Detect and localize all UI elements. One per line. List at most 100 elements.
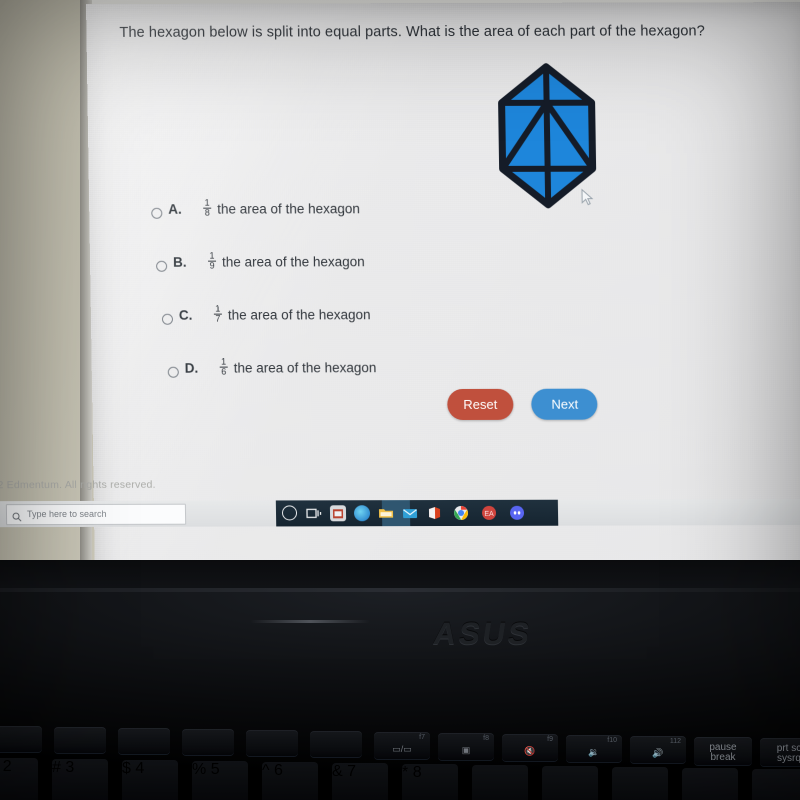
key-shift-symbol-3: # <box>52 759 61 776</box>
key-pause-break[interactable]: pause break <box>694 737 752 765</box>
answer-choice-list: A. 1 8 the area of the hexagon B. 1 9 th… <box>151 198 614 414</box>
key-digit-4: 4 <box>135 760 145 777</box>
choice-text-b: the area of the hexagon <box>221 254 365 270</box>
answer-choice-b[interactable]: B. 1 9 the area of the hexagon <box>156 250 613 308</box>
fraction-numerator: 1 <box>215 303 221 314</box>
volume-down-icon: 🔉 <box>588 747 600 757</box>
hexagon-vertical-midline <box>543 66 552 205</box>
volume-mute-icon: 🔇 <box>524 746 536 756</box>
discord-icon[interactable] <box>509 505 525 521</box>
microsoft-store-icon[interactable] <box>329 505 347 522</box>
laptop-keyboard: f7 ▭/▭ f8 ▣ f9 🔇 f10 🔉 112 🔊 pause break… <box>0 726 800 800</box>
key-backspace[interactable] <box>752 769 800 800</box>
fraction-denominator: 6 <box>221 367 227 378</box>
key-f9-mute[interactable]: f9 🔇 <box>502 734 558 761</box>
key-shift-symbol-4: $ <box>122 760 131 777</box>
key-digit-6: 6 <box>273 762 283 779</box>
key-function-e[interactable] <box>246 730 298 756</box>
taskbar-search-placeholder: Type here to search <box>26 508 107 520</box>
key-shift-symbol-8: * <box>402 764 409 781</box>
fraction-b: 1 9 <box>208 250 217 272</box>
choice-text-d: the area of the hexagon <box>233 360 377 376</box>
office-icon[interactable] <box>426 505 442 521</box>
key-number-8[interactable]: * 8 <box>402 764 458 800</box>
key-f11-volume-up[interactable]: 112 🔊 <box>630 736 686 763</box>
key-number-2[interactable]: @ 2 <box>0 758 38 800</box>
windows-taskbar: Type here to search EA <box>0 499 800 528</box>
key-function-a[interactable] <box>0 726 42 752</box>
ea-app-icon[interactable]: EA <box>481 505 497 521</box>
key-function-f[interactable] <box>310 731 362 757</box>
radio-button-d[interactable] <box>167 366 179 378</box>
key-number-5[interactable]: % 5 <box>192 761 248 800</box>
key-shift-symbol-6: ^ <box>262 762 270 779</box>
svg-text:EA: EA <box>484 511 494 518</box>
fraction-numerator: 1 <box>209 250 215 261</box>
taskbar-pinned-area: EA <box>275 499 559 527</box>
radio-button-c[interactable] <box>161 313 174 325</box>
search-icon <box>12 509 22 522</box>
answer-choice-c[interactable]: C. 1 7 the area of the hexagon <box>161 303 614 361</box>
choice-text-c: the area of the hexagon <box>227 307 371 323</box>
fraction-numerator: 1 <box>221 356 227 367</box>
key-number-9[interactable] <box>472 765 528 800</box>
answer-choice-a[interactable]: A. 1 8 the area of the hexagon <box>151 198 612 255</box>
choice-letter-b: B. <box>172 254 187 270</box>
radio-button-b[interactable] <box>156 260 168 272</box>
fraction-denominator: 9 <box>209 261 215 272</box>
key-digit-3: 3 <box>65 759 75 776</box>
key-digit-7: 7 <box>347 763 357 780</box>
key-number-6[interactable]: ^ 6 <box>262 762 318 800</box>
copyright-text: 2 Edmentum. All rights reserved. <box>0 478 156 492</box>
asus-brand-logo: ASUS <box>431 616 535 651</box>
key-number-4[interactable]: $ 4 <box>122 760 178 800</box>
key-fn-label-f7: f7 <box>419 734 425 741</box>
microsoft-edge-icon[interactable] <box>353 505 371 522</box>
key-break-label: break <box>710 752 736 763</box>
mail-icon[interactable] <box>402 505 418 521</box>
laptop-hinge <box>250 620 370 623</box>
edmentum-quiz-page: The hexagon below is split into equal pa… <box>0 2 800 588</box>
taskbar-search-input[interactable]: Type here to search <box>5 503 187 526</box>
choice-letter-c: C. <box>178 307 193 323</box>
reset-button[interactable]: Reset <box>447 388 514 421</box>
key-number-7[interactable]: & 7 <box>332 763 388 800</box>
key-function-c[interactable] <box>118 728 170 754</box>
photo-of-laptop-screen: The hexagon below is split into equal pa… <box>0 0 800 800</box>
volume-up-icon: 🔊 <box>652 748 664 758</box>
key-f7-display-switch[interactable]: f7 ▭/▭ <box>374 732 430 759</box>
display-switch-icon: ▭/▭ <box>392 744 412 754</box>
key-number-0[interactable] <box>542 766 598 800</box>
fraction-c: 1 7 <box>213 303 222 325</box>
fraction-d: 1 6 <box>219 356 228 378</box>
task-view-icon[interactable] <box>306 505 322 521</box>
key-shift-symbol-7: & <box>332 763 343 780</box>
key-digit-8: 8 <box>412 764 422 781</box>
cortana-icon[interactable] <box>281 505 298 521</box>
key-shift-symbol-5: % <box>192 761 207 778</box>
google-chrome-icon[interactable] <box>453 505 469 521</box>
key-digit-5: 5 <box>210 761 220 778</box>
projector-icon: ▣ <box>461 745 471 755</box>
key-digit-2: 2 <box>2 758 12 775</box>
choice-letter-d: D. <box>184 360 199 376</box>
key-function-d[interactable] <box>182 729 234 755</box>
key-fn-label-f9: f9 <box>547 736 553 743</box>
key-function-b[interactable] <box>54 727 106 753</box>
key-print-screen[interactable]: prt sc sysrq <box>760 738 800 766</box>
fraction-denominator: 7 <box>215 314 221 325</box>
key-f8-projector[interactable]: f8 ▣ <box>438 733 494 760</box>
radio-button-a[interactable] <box>151 207 163 219</box>
key-fn-number-112: 112 <box>669 738 681 745</box>
file-explorer-icon[interactable] <box>378 505 394 521</box>
key-equals[interactable] <box>682 768 738 800</box>
key-minus[interactable] <box>612 767 668 800</box>
key-fn-label-f8: f8 <box>483 735 489 742</box>
choice-text-a: the area of the hexagon <box>217 201 360 217</box>
screen-surface: The hexagon below is split into equal pa… <box>0 1 800 596</box>
key-number-3[interactable]: # 3 <box>52 759 108 800</box>
key-f10-volume-down[interactable]: f10 🔉 <box>566 735 622 762</box>
quiz-button-row: Reset Next <box>447 388 599 421</box>
fraction-a: 1 8 <box>203 198 212 219</box>
next-button[interactable]: Next <box>531 388 599 420</box>
